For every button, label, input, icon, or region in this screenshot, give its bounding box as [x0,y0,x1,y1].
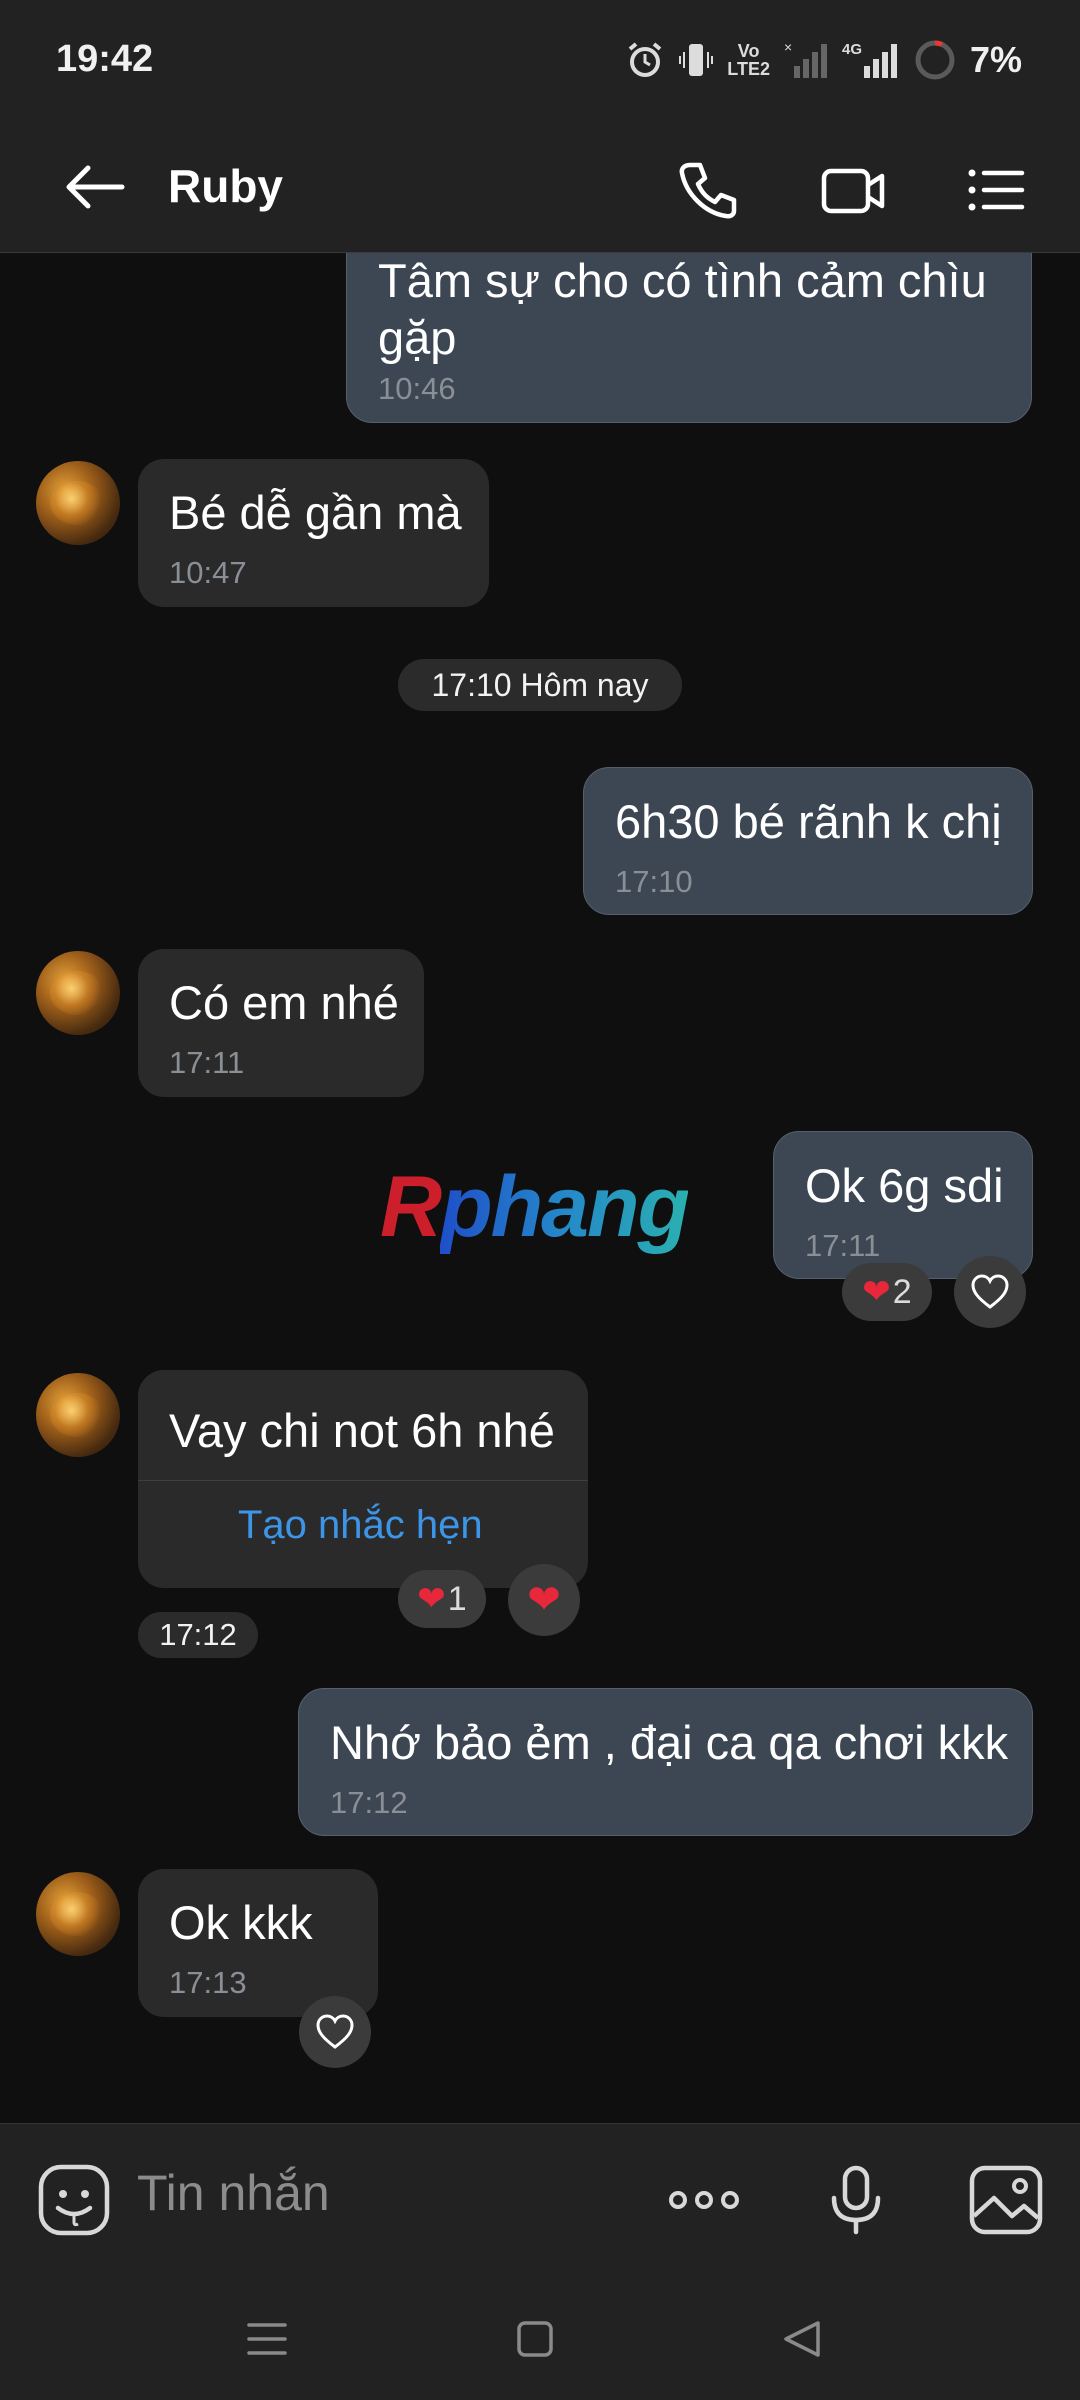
watermark-logo: Rphang [380,1159,690,1255]
heart-icon: ❤ [862,1273,891,1311]
chat-header: Ruby [0,125,1080,253]
video-call-icon[interactable] [818,155,888,225]
heart-icon: ❤ [527,1578,561,1622]
react-button[interactable]: ❤ [508,1564,580,1636]
alarm-icon [629,42,662,77]
battery-percent: 7% [969,39,1022,80]
message-list[interactable]: Tâm sự cho có tình cảm chìu gặp 10:46 Bé… [0,253,1080,2123]
status-bar: 19:42 Vo LTE2 × 4G 7% [0,0,1080,125]
message-composer: Tin nhắn [0,2123,1080,2276]
contact-name[interactable]: Ruby [168,159,283,213]
message-time: 10:46 [378,371,456,406]
status-time: 19:42 [56,38,154,80]
reaction-summary[interactable]: ❤ 1 [398,1570,486,1628]
status-icons: Vo LTE2 × 4G 7% [625,36,1022,84]
heart-icon: ❤ [417,1580,446,1618]
back-icon[interactable] [780,2317,824,2361]
reaction-summary[interactable]: ❤ 2 [842,1263,932,1321]
message-time: 17:11 [805,1228,881,1263]
reaction-count: 2 [892,1272,912,1311]
message-bubble-incoming[interactable]: Vay chi not 6h nhé Tạo nhắc hẹn [138,1370,588,1588]
message-bubble-incoming[interactable]: Bé dễ gần mà 10:47 [138,459,489,607]
create-reminder-link[interactable]: Tạo nhắc hẹn [238,1503,483,1548]
react-button[interactable] [299,1996,371,2068]
volte-icon: Vo LTE2 [727,41,770,79]
message-input[interactable]: Tin nhắn [137,2164,330,2222]
message-bubble-outgoing[interactable]: Tâm sự cho có tình cảm chìu gặp 10:46 [346,253,1032,423]
svg-text:×: × [784,40,792,55]
4g-signal-icon: 4G [842,41,897,78]
reaction-count: 1 [447,1579,467,1618]
message-text: Có em nhé [169,976,399,1029]
mic-icon[interactable] [818,2162,894,2238]
message-time: 17:11 [169,1045,245,1080]
signal-icon: × [784,40,827,78]
gallery-icon[interactable] [968,2162,1044,2238]
divider [138,1480,588,1481]
vibrate-icon [679,44,714,76]
system-nav-bar [0,2275,1080,2400]
message-text: Ok kkk [169,1896,313,1949]
message-text: Vay chi not 6h nhé [169,1404,555,1457]
day-separator: 17:10 Hôm nay [398,659,682,711]
message-time: 17:12 [138,1612,258,1658]
message-text: Tâm sự cho có tình cảm chìu [378,254,987,307]
message-time: 17:12 [330,1785,408,1820]
message-text: Bé dễ gần mà [169,486,462,539]
recent-apps-icon[interactable] [245,2317,289,2361]
message-text: gặp [378,311,457,364]
message-time: 17:13 [169,1965,247,2000]
message-bubble-incoming[interactable]: Ok kkk 17:13 [138,1869,378,2017]
menu-icon[interactable] [960,155,1030,225]
message-text: 6h30 bé rãnh k chị [615,795,1002,848]
message-bubble-outgoing[interactable]: Nhớ bảo ẻm , đại ca qa chơi kkk 17:12 [298,1688,1033,1836]
avatar[interactable] [36,461,120,545]
message-text: Nhớ bảo ẻm , đại ca qa chơi kkk [330,1716,1009,1769]
avatar[interactable] [36,1872,120,1956]
more-icon[interactable] [666,2162,742,2238]
message-time: 17:10 [615,864,693,899]
message-bubble-incoming[interactable]: Có em nhé 17:11 [138,949,424,1097]
back-arrow-icon[interactable] [60,157,130,217]
phone-icon[interactable] [672,155,742,225]
avatar[interactable] [36,1373,120,1457]
react-button[interactable] [954,1256,1026,1328]
emoji-icon[interactable] [36,2162,112,2238]
battery-icon [915,40,955,80]
message-time: 10:47 [169,555,247,590]
avatar[interactable] [36,951,120,1035]
heart-outline-icon [316,2014,354,2049]
message-bubble-outgoing[interactable]: 6h30 bé rãnh k chị 17:10 [583,767,1033,915]
message-text: Ok 6g sdi [805,1159,1004,1212]
heart-outline-icon [971,1274,1009,1309]
4g-label: 4G [842,41,862,58]
home-icon[interactable] [513,2317,557,2361]
